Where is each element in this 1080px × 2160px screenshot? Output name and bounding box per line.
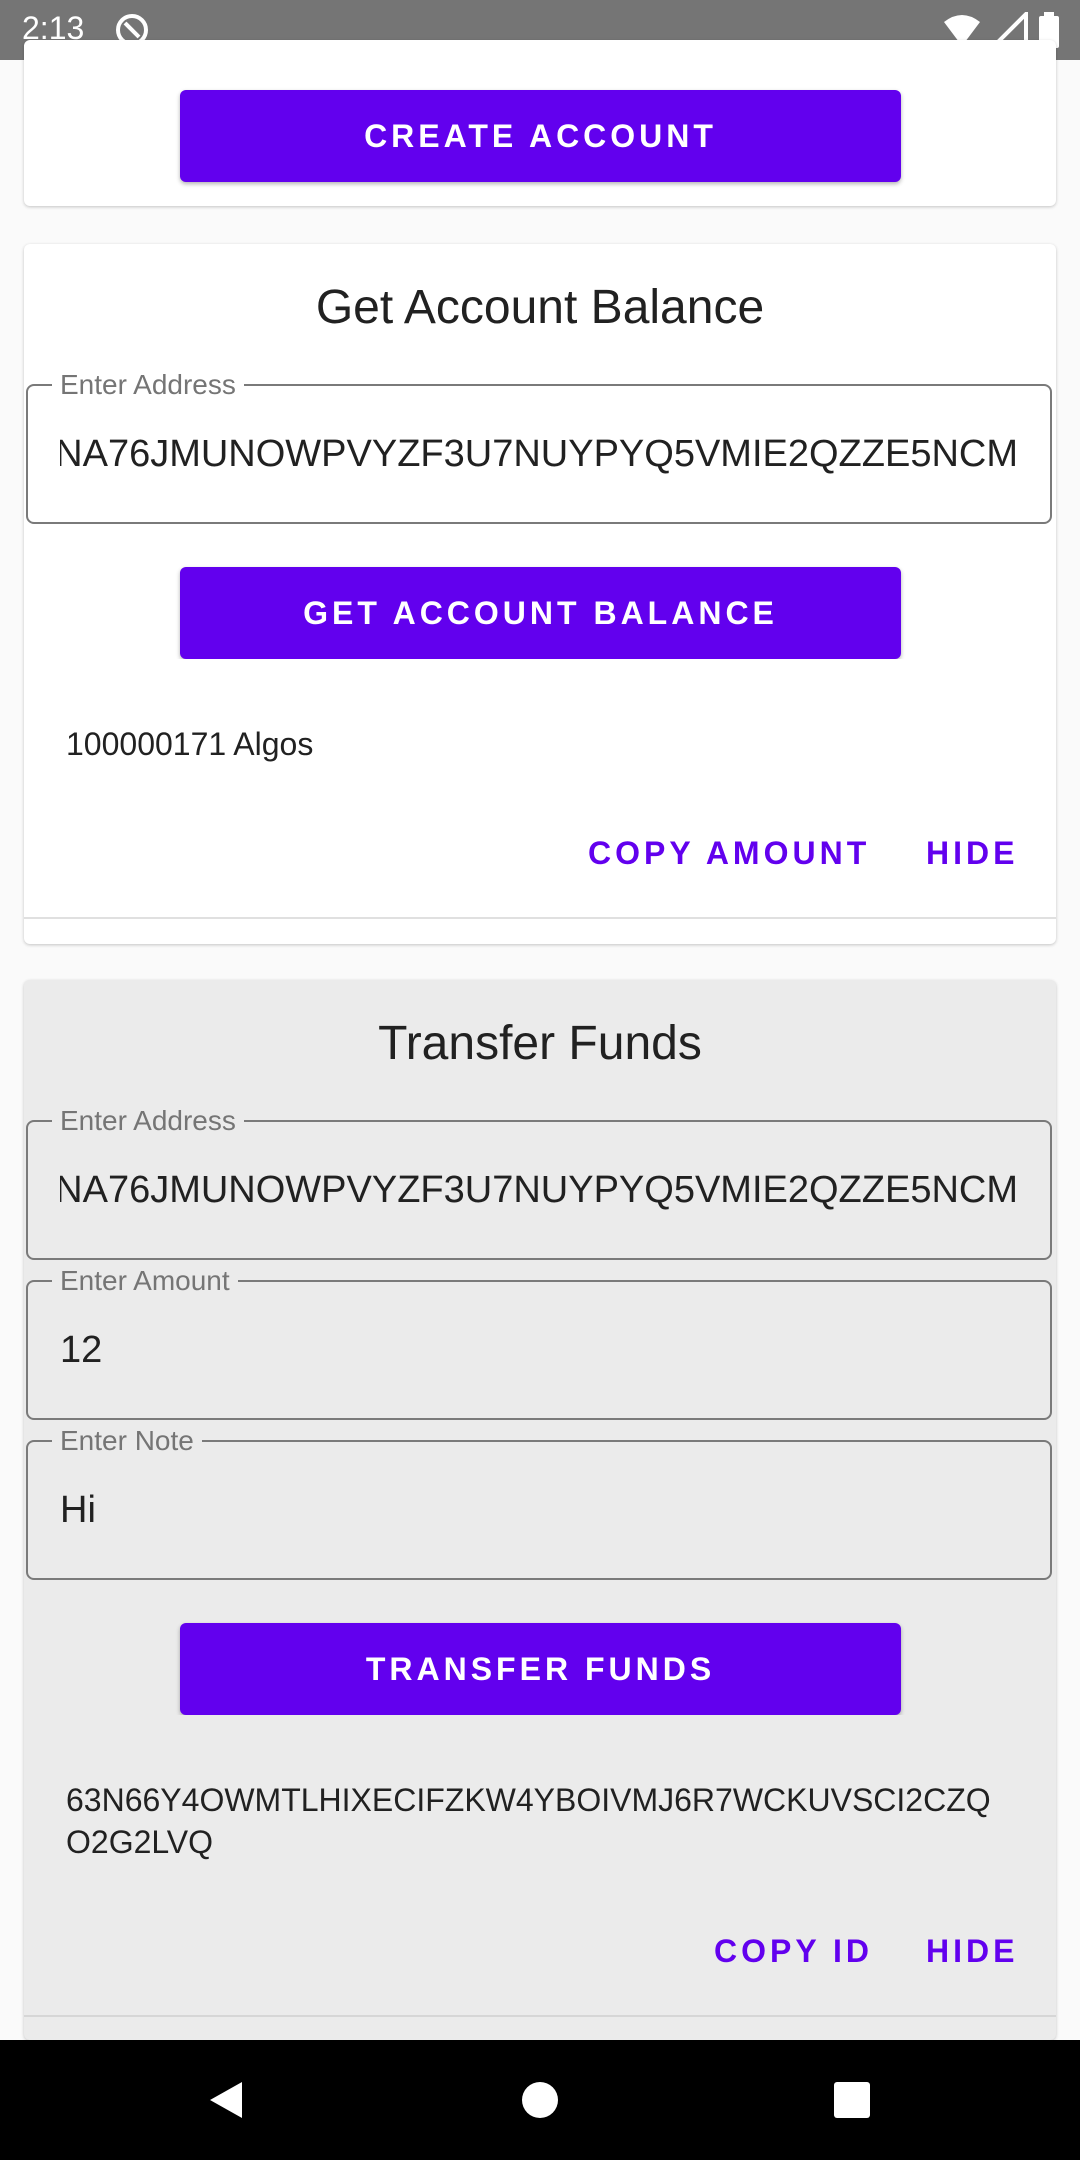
get-balance-title: Get Account Balance xyxy=(315,281,765,334)
transfer-address-field[interactable]: Enter Address NA76JMUNOWPVYZF3U7NUYPYQ5V… xyxy=(26,1106,1052,1260)
back-icon[interactable] xyxy=(206,2080,246,2120)
hide-transfer-button[interactable]: HIDE xyxy=(926,1933,1018,1970)
transfer-result-text: 63N66Y4OWMTLHIXECIFZKW4YBOIVMJ6R7WCKUVSC… xyxy=(66,1782,991,1860)
balance-address-field[interactable]: Enter Address NA76JMUNOWPVYZF3U7NUYPYQ5V… xyxy=(26,370,1052,524)
transfer-result-divider xyxy=(24,2015,1056,2017)
transfer-amount-input[interactable]: 12 xyxy=(60,1328,1018,1372)
transfer-note-field[interactable]: Enter Note Hi xyxy=(26,1426,1052,1580)
transfer-funds-button[interactable]: TRANSFER FUNDS xyxy=(180,1623,901,1715)
transfer-note-input[interactable]: Hi xyxy=(60,1488,1018,1532)
create-account-button[interactable]: CREATE ACCOUNT xyxy=(180,90,901,182)
balance-result-panel: 100000171 Algos COPY AMOUNT HIDE xyxy=(24,659,1056,917)
hide-balance-button[interactable]: HIDE xyxy=(926,835,1018,872)
transfer-result-panel: 63N66Y4OWMTLHIXECIFZKW4YBOIVMJ6R7WCKUVSC… xyxy=(24,1715,1056,2015)
balance-result-divider xyxy=(24,917,1056,919)
copy-amount-button[interactable]: COPY AMOUNT xyxy=(588,835,870,872)
recents-icon[interactable] xyxy=(832,2080,872,2120)
transfer-address-input[interactable]: NA76JMUNOWPVYZF3U7NUYPYQ5VMIE2QZZE5NCM xyxy=(60,1168,1018,1212)
home-icon[interactable] xyxy=(520,2080,560,2120)
transfer-address-label: Enter Address xyxy=(52,1106,244,1136)
get-balance-button[interactable]: GET ACCOUNT BALANCE xyxy=(180,567,901,659)
copy-id-button[interactable]: COPY ID xyxy=(714,1933,873,1970)
transfer-amount-label: Enter Amount xyxy=(52,1266,238,1296)
balance-result-text: 100000171 Algos xyxy=(66,726,314,762)
transfer-note-label: Enter Note xyxy=(52,1426,202,1456)
balance-address-label: Enter Address xyxy=(52,370,244,400)
balance-address-input[interactable]: NA76JMUNOWPVYZF3U7NUYPYQ5VMIE2QZZE5NCM xyxy=(60,432,1018,476)
create-account-card: CREATE ACCOUNT xyxy=(24,40,1056,206)
transfer-amount-field[interactable]: Enter Amount 12 xyxy=(26,1266,1052,1420)
navigation-bar xyxy=(0,2040,1080,2160)
transfer-funds-title: Transfer Funds xyxy=(378,1017,702,1070)
